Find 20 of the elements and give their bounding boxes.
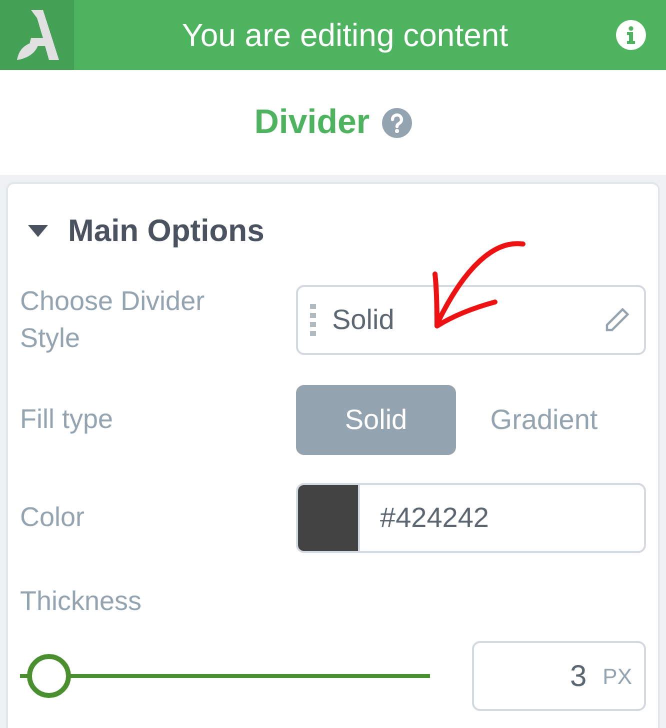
color-field[interactable]: #424242 bbox=[296, 482, 646, 552]
unit-label: PX bbox=[602, 662, 632, 690]
style-select[interactable]: Solid bbox=[296, 284, 646, 354]
caret-icon bbox=[28, 225, 48, 238]
section-header[interactable]: Main Options bbox=[20, 208, 646, 254]
logo-icon bbox=[15, 10, 59, 60]
element-title: Divider bbox=[254, 102, 370, 143]
field-label: Thickness bbox=[20, 584, 143, 618]
help-icon[interactable] bbox=[382, 108, 412, 138]
field-label: Color bbox=[20, 501, 86, 534]
select-value: Solid bbox=[332, 302, 394, 336]
color-swatch[interactable] bbox=[298, 484, 360, 550]
field-label: Choose Divider Style bbox=[20, 284, 206, 355]
header-title: You are editing content bbox=[180, 16, 510, 55]
field-label: Fill type bbox=[20, 403, 114, 436]
drag-handle-icon bbox=[310, 304, 316, 336]
thickness-input[interactable]: 3 PX bbox=[472, 641, 646, 711]
thickness-value: 3 bbox=[570, 658, 587, 694]
color-value: #424242 bbox=[380, 500, 490, 534]
info-icon[interactable] bbox=[616, 20, 646, 50]
